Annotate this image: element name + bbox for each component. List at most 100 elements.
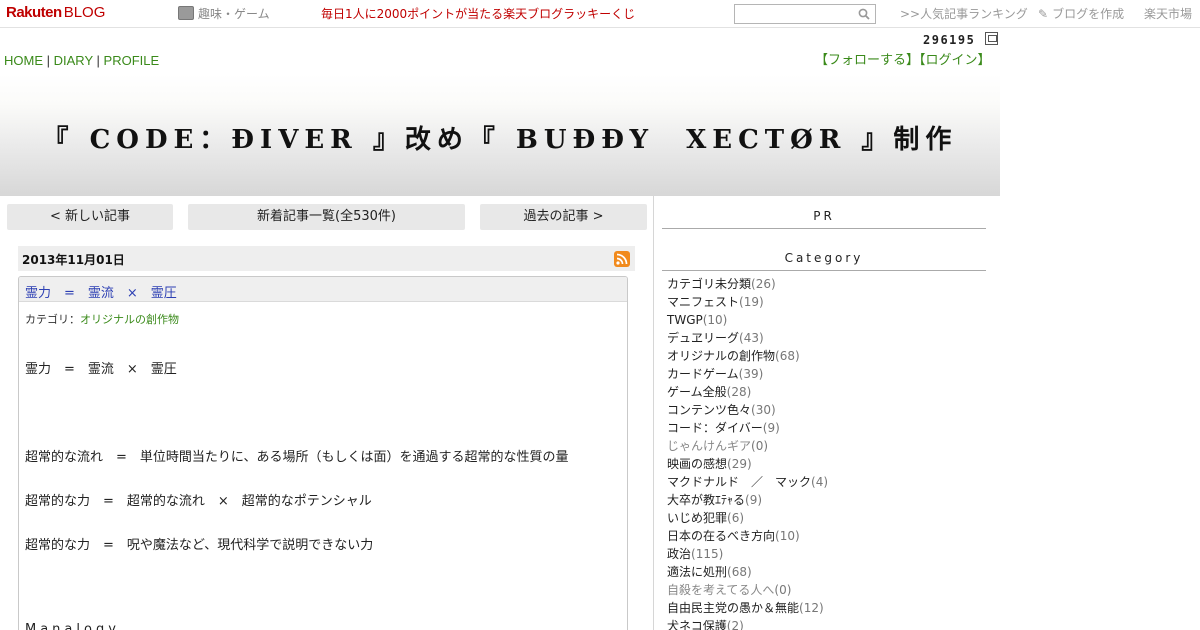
category-item-name[interactable]: コンテンツ色々 bbox=[667, 403, 751, 417]
category-item-count: (10) bbox=[702, 313, 728, 327]
category-item-count: (10) bbox=[775, 529, 800, 543]
category-item-count: (28) bbox=[726, 385, 752, 399]
article-date-bar: 2013年11月01日 bbox=[18, 246, 635, 271]
category-item-name[interactable]: コード：ダイバー bbox=[667, 421, 763, 435]
lottery-link[interactable]: 毎日1人に2000ポイントが当たる楽天ブログラッキーくじ bbox=[321, 6, 635, 22]
category-item[interactable]: カテゴリ未分類(26) bbox=[667, 275, 828, 293]
search-icon[interactable] bbox=[858, 8, 870, 20]
article-text-line: 超常的な力 = 呪や魔法など、現代科学で説明できない力 bbox=[25, 538, 374, 553]
category-item[interactable]: 映画の感想(29) bbox=[667, 455, 828, 473]
category-item-name[interactable]: 映画の感想 bbox=[667, 457, 727, 471]
category-item[interactable]: 犬ネコ保護(2) bbox=[667, 617, 828, 630]
article-text-line: 超常的な流れ = 単位時間当たりに、ある場所（もしくは面）を通過する超常的な性質… bbox=[25, 450, 569, 465]
category-item-count: (115) bbox=[691, 547, 724, 561]
category-item-name[interactable]: いじめ犯罪 bbox=[667, 511, 727, 525]
category-item[interactable]: マクドナルド ／ マック(4) bbox=[667, 473, 828, 491]
category-item-name[interactable]: 大卒が教ｴﾃｬる bbox=[667, 493, 745, 507]
category-label: カテゴリ： bbox=[25, 313, 80, 326]
login-link[interactable]: 【ログイン】 bbox=[919, 53, 991, 68]
rss-icon[interactable] bbox=[614, 251, 630, 267]
pencil-icon: ✎ bbox=[1038, 7, 1049, 21]
pr-heading: PR bbox=[662, 209, 986, 229]
blog-banner: 『 CODE：ÐIVER 』改め『 BUÐÐY XECTØR 』制作 bbox=[0, 74, 1000, 196]
blog-nav: HOME | DIARY | PROFILE bbox=[4, 53, 159, 69]
game-icon bbox=[178, 6, 194, 20]
nav-diary[interactable]: DIARY bbox=[54, 53, 93, 68]
category-link[interactable]: オリジナルの創作物 bbox=[80, 313, 179, 326]
category-item-count: (29) bbox=[727, 457, 752, 471]
category-item-name[interactable]: 適法に処刑 bbox=[667, 565, 727, 579]
category-item-count: (68) bbox=[775, 349, 800, 363]
rakuten-market-link[interactable]: 楽天市場 bbox=[1144, 6, 1192, 22]
logo-rakuten: Rakuten bbox=[6, 4, 62, 21]
category-item-name[interactable]: 日本の在るべき方向 bbox=[667, 529, 775, 543]
article-list-button[interactable]: 新着記事一覧(全530件) bbox=[188, 204, 465, 230]
counter-info-icon[interactable] bbox=[985, 32, 998, 45]
category-item-name[interactable]: デュヱリーグ bbox=[667, 331, 739, 345]
logo-blog: BLOG bbox=[63, 4, 106, 21]
ranking-link[interactable]: >>人気記事ランキング bbox=[900, 6, 1028, 22]
nav-home[interactable]: HOME bbox=[4, 53, 43, 68]
category-item[interactable]: 大卒が教ｴﾃｬる(9) bbox=[667, 491, 828, 509]
category-item-name[interactable]: じゃんけんギア bbox=[667, 439, 751, 453]
article-title[interactable]: 霊力 = 霊流 × 霊圧 bbox=[25, 282, 177, 301]
article: 霊力 = 霊流 × 霊圧 カテゴリ：オリジナルの創作物 霊力 = 霊流 × 霊圧… bbox=[18, 276, 628, 630]
category-item-count: (9) bbox=[745, 493, 763, 507]
category-item[interactable]: いじめ犯罪(6) bbox=[667, 509, 828, 527]
genre-label: 趣味・ゲーム bbox=[198, 7, 270, 21]
category-item-name[interactable]: 犬ネコ保護 bbox=[667, 619, 727, 630]
category-item[interactable]: 適法に処刑(68) bbox=[667, 563, 828, 581]
category-item[interactable]: コード：ダイバー(9) bbox=[667, 419, 828, 437]
article-header: 霊力 = 霊流 × 霊圧 bbox=[19, 277, 627, 302]
create-blog-link[interactable]: ✎ ブログを作成 bbox=[1038, 6, 1124, 22]
category-item-count: (0) bbox=[751, 439, 769, 453]
category-item-count: (9) bbox=[762, 421, 780, 435]
rakuten-blog-logo[interactable]: Rakuten BLOG bbox=[6, 4, 105, 22]
category-item[interactable]: 政治(115) bbox=[667, 545, 828, 563]
category-item[interactable]: TWGP(10) bbox=[667, 311, 828, 329]
category-item-name[interactable]: 自殺を考えてる人へ bbox=[667, 583, 774, 597]
nav-profile[interactable]: PROFILE bbox=[104, 53, 160, 68]
category-item-name[interactable]: ゲーム全般 bbox=[667, 385, 727, 399]
category-item-name[interactable]: 政治 bbox=[667, 547, 691, 561]
category-item-count: (6) bbox=[727, 511, 745, 525]
category-item[interactable]: じゃんけんギア(0) bbox=[667, 437, 828, 455]
category-item-count: (19) bbox=[739, 295, 764, 309]
category-item-name[interactable]: TWGP bbox=[667, 313, 703, 327]
category-item[interactable]: マニフェスト(19) bbox=[667, 293, 828, 311]
search-input[interactable] bbox=[737, 7, 853, 21]
category-item-count: (30) bbox=[751, 403, 776, 417]
follow-link[interactable]: 【フォローする】 bbox=[815, 53, 919, 68]
category-item-name[interactable]: オリジナルの創作物 bbox=[667, 349, 775, 363]
category-item[interactable]: 自殺を考えてる人へ(0) bbox=[667, 581, 828, 599]
older-article-button[interactable]: 過去の記事 > bbox=[480, 204, 647, 230]
genre-link[interactable]: 趣味・ゲーム bbox=[178, 6, 270, 22]
newer-article-button[interactable]: < 新しい記事 bbox=[7, 204, 173, 230]
category-item-name[interactable]: マニフェスト bbox=[667, 295, 739, 309]
category-item-count: (0) bbox=[774, 583, 792, 597]
category-item[interactable]: ゲーム全般(28) bbox=[667, 383, 828, 401]
category-item-count: (39) bbox=[738, 367, 764, 381]
category-item[interactable]: 自由民主党の愚か＆無能(12) bbox=[667, 599, 828, 617]
access-counter: 296195 bbox=[923, 33, 976, 47]
article-text-line: 霊力 = 霊流 × 霊圧 bbox=[25, 362, 177, 377]
category-item-name[interactable]: カードゲーム bbox=[667, 367, 739, 381]
article-text-line: Manalogy bbox=[25, 622, 120, 630]
category-item[interactable]: 日本の在るべき方向(10) bbox=[667, 527, 828, 545]
category-item[interactable]: デュヱリーグ(43) bbox=[667, 329, 828, 347]
category-item-name[interactable]: マクドナルド ／ マック bbox=[667, 475, 811, 489]
category-item-name[interactable]: カテゴリ未分類 bbox=[667, 277, 751, 291]
create-blog-label: ブログを作成 bbox=[1052, 7, 1125, 21]
article-date: 2013年11月01日 bbox=[22, 253, 125, 267]
category-item-count: (26) bbox=[751, 277, 776, 291]
category-item-count: (12) bbox=[799, 601, 824, 615]
category-item[interactable]: カードゲーム(39) bbox=[667, 365, 828, 383]
category-list: カテゴリ未分類(26) マニフェスト(19) TWGP(10) デュヱリーグ(4… bbox=[667, 275, 828, 630]
account-nav: 【フォローする】【ログイン】 bbox=[815, 53, 991, 69]
nav-separator: | bbox=[46, 53, 51, 68]
category-item-name[interactable]: 自由民主党の愚か＆無能 bbox=[667, 601, 799, 615]
blog-title[interactable]: 『 CODE：ÐIVER 』改め『 BUÐÐY XECTØR 』制作 bbox=[0, 119, 1000, 156]
category-item[interactable]: オリジナルの創作物(68) bbox=[667, 347, 828, 365]
category-item[interactable]: コンテンツ色々(30) bbox=[667, 401, 828, 419]
category-item-count: (43) bbox=[739, 331, 764, 345]
